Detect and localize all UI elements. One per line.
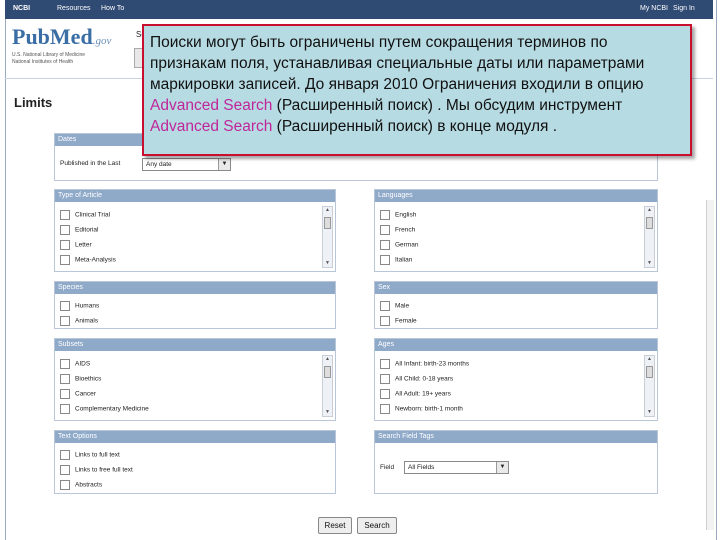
checkbox[interactable]: [60, 255, 70, 265]
search-field-tags-panel: Search Field Tags Field All Fields ▼: [374, 430, 658, 494]
species-header: Species: [55, 282, 335, 294]
checkbox[interactable]: [380, 301, 390, 311]
how-to-menu[interactable]: How To: [101, 5, 124, 12]
subsets-panel: Subsets AIDS Bioethics Cancer Complement…: [54, 338, 336, 421]
list-item[interactable]: English: [380, 210, 416, 220]
list-item[interactable]: Meta-Analysis: [60, 255, 116, 265]
checkbox[interactable]: [380, 374, 390, 384]
checkbox[interactable]: [60, 240, 70, 250]
list-item[interactable]: AIDS: [60, 359, 90, 369]
list-item[interactable]: Bioethics: [60, 374, 101, 384]
sign-in-link[interactable]: Sign In: [673, 5, 695, 12]
list-item[interactable]: Cancer: [60, 389, 96, 399]
scrollbar[interactable]: ▲ ▼: [644, 355, 655, 417]
page-scrollbar[interactable]: [706, 200, 714, 530]
checkbox[interactable]: [380, 240, 390, 250]
reset-button[interactable]: Reset: [318, 517, 352, 534]
type-of-article-header: Type of Article: [55, 190, 335, 202]
list-item[interactable]: Links to full text: [60, 450, 120, 460]
advanced-search-highlight: Advanced Search: [150, 118, 273, 135]
field-select[interactable]: All Fields ▼: [404, 461, 509, 474]
list-item[interactable]: Newborn: birth-1 month: [380, 404, 463, 414]
resources-menu[interactable]: Resources: [57, 5, 90, 12]
list-item[interactable]: German: [380, 240, 418, 250]
checkbox[interactable]: [60, 225, 70, 235]
list-item[interactable]: Letter: [60, 240, 92, 250]
field-label: Field: [380, 464, 395, 471]
sex-header: Sex: [375, 282, 657, 294]
list-item[interactable]: French: [380, 225, 415, 235]
chevron-down-icon: ▼: [496, 462, 508, 473]
checkbox[interactable]: [60, 210, 70, 220]
type-of-article-panel: Type of Article Clinical Trial Editorial…: [54, 189, 336, 272]
checkbox[interactable]: [380, 210, 390, 220]
text-options-panel: Text Options Links to full text Links to…: [54, 430, 336, 494]
list-item[interactable]: Female: [380, 316, 417, 326]
published-select[interactable]: Any date ▼: [142, 158, 231, 171]
checkbox[interactable]: [60, 316, 70, 326]
page-title: Limits: [14, 95, 53, 110]
languages-panel: Languages English French German Italian …: [374, 189, 658, 272]
list-item[interactable]: Clinical Trial: [60, 210, 110, 220]
species-panel: Species Humans Animals: [54, 281, 336, 329]
checkbox[interactable]: [60, 465, 70, 475]
my-ncbi-link[interactable]: My NCBI: [640, 5, 668, 12]
ages-header: Ages: [375, 339, 657, 351]
list-item[interactable]: Italian: [380, 255, 412, 265]
scrollbar[interactable]: ▲ ▼: [322, 355, 333, 417]
list-item[interactable]: Links to free full text: [60, 465, 133, 475]
published-label: Published in the Last: [60, 160, 121, 167]
search-field-tags-header: Search Field Tags: [375, 431, 657, 443]
list-item[interactable]: Abstracts: [60, 480, 102, 490]
checkbox[interactable]: [60, 359, 70, 369]
checkbox[interactable]: [380, 404, 390, 414]
checkbox[interactable]: [60, 301, 70, 311]
text-options-header: Text Options: [55, 431, 335, 443]
list-item[interactable]: Humans: [60, 301, 99, 311]
checkbox[interactable]: [380, 225, 390, 235]
ncbi-top-bar: NCBI Resources How To My NCBI Sign In: [5, 0, 713, 19]
list-item[interactable]: Complementary Medicine: [60, 404, 149, 414]
search-button[interactable]: Search: [357, 517, 397, 534]
checkbox[interactable]: [380, 316, 390, 326]
checkbox[interactable]: [380, 359, 390, 369]
list-item[interactable]: Editorial: [60, 225, 98, 235]
checkbox[interactable]: [380, 389, 390, 399]
scrollbar[interactable]: ▲ ▼: [644, 206, 655, 268]
advanced-search-highlight: Advanced Search: [150, 97, 273, 114]
pubmed-logo[interactable]: PubMed.gov U.S. National Library of Medi…: [12, 24, 142, 74]
ages-panel: Ages All Infant: birth-23 months All Chi…: [374, 338, 658, 421]
list-item[interactable]: All Infant: birth-23 months: [380, 359, 469, 369]
subsets-header: Subsets: [55, 339, 335, 351]
logo-subtitle: U.S. National Library of Medicine Nation…: [12, 52, 86, 65]
scrollbar[interactable]: ▲ ▼: [322, 206, 333, 268]
checkbox[interactable]: [60, 389, 70, 399]
sex-panel: Sex Male Female: [374, 281, 658, 329]
list-item[interactable]: All Child: 0-18 years: [380, 374, 453, 384]
checkbox[interactable]: [60, 374, 70, 384]
checkbox[interactable]: [60, 480, 70, 490]
checkbox[interactable]: [60, 450, 70, 460]
checkbox[interactable]: [380, 255, 390, 265]
annotation-callout: Поиски могут быть ограничены путем сокра…: [142, 24, 692, 156]
list-item[interactable]: Male: [380, 301, 409, 311]
list-item[interactable]: All Adult: 19+ years: [380, 389, 451, 399]
chevron-down-icon: ▼: [218, 159, 230, 170]
languages-header: Languages: [375, 190, 657, 202]
list-item[interactable]: Animals: [60, 316, 98, 326]
ncbi-logo[interactable]: NCBI: [13, 5, 30, 12]
checkbox[interactable]: [60, 404, 70, 414]
